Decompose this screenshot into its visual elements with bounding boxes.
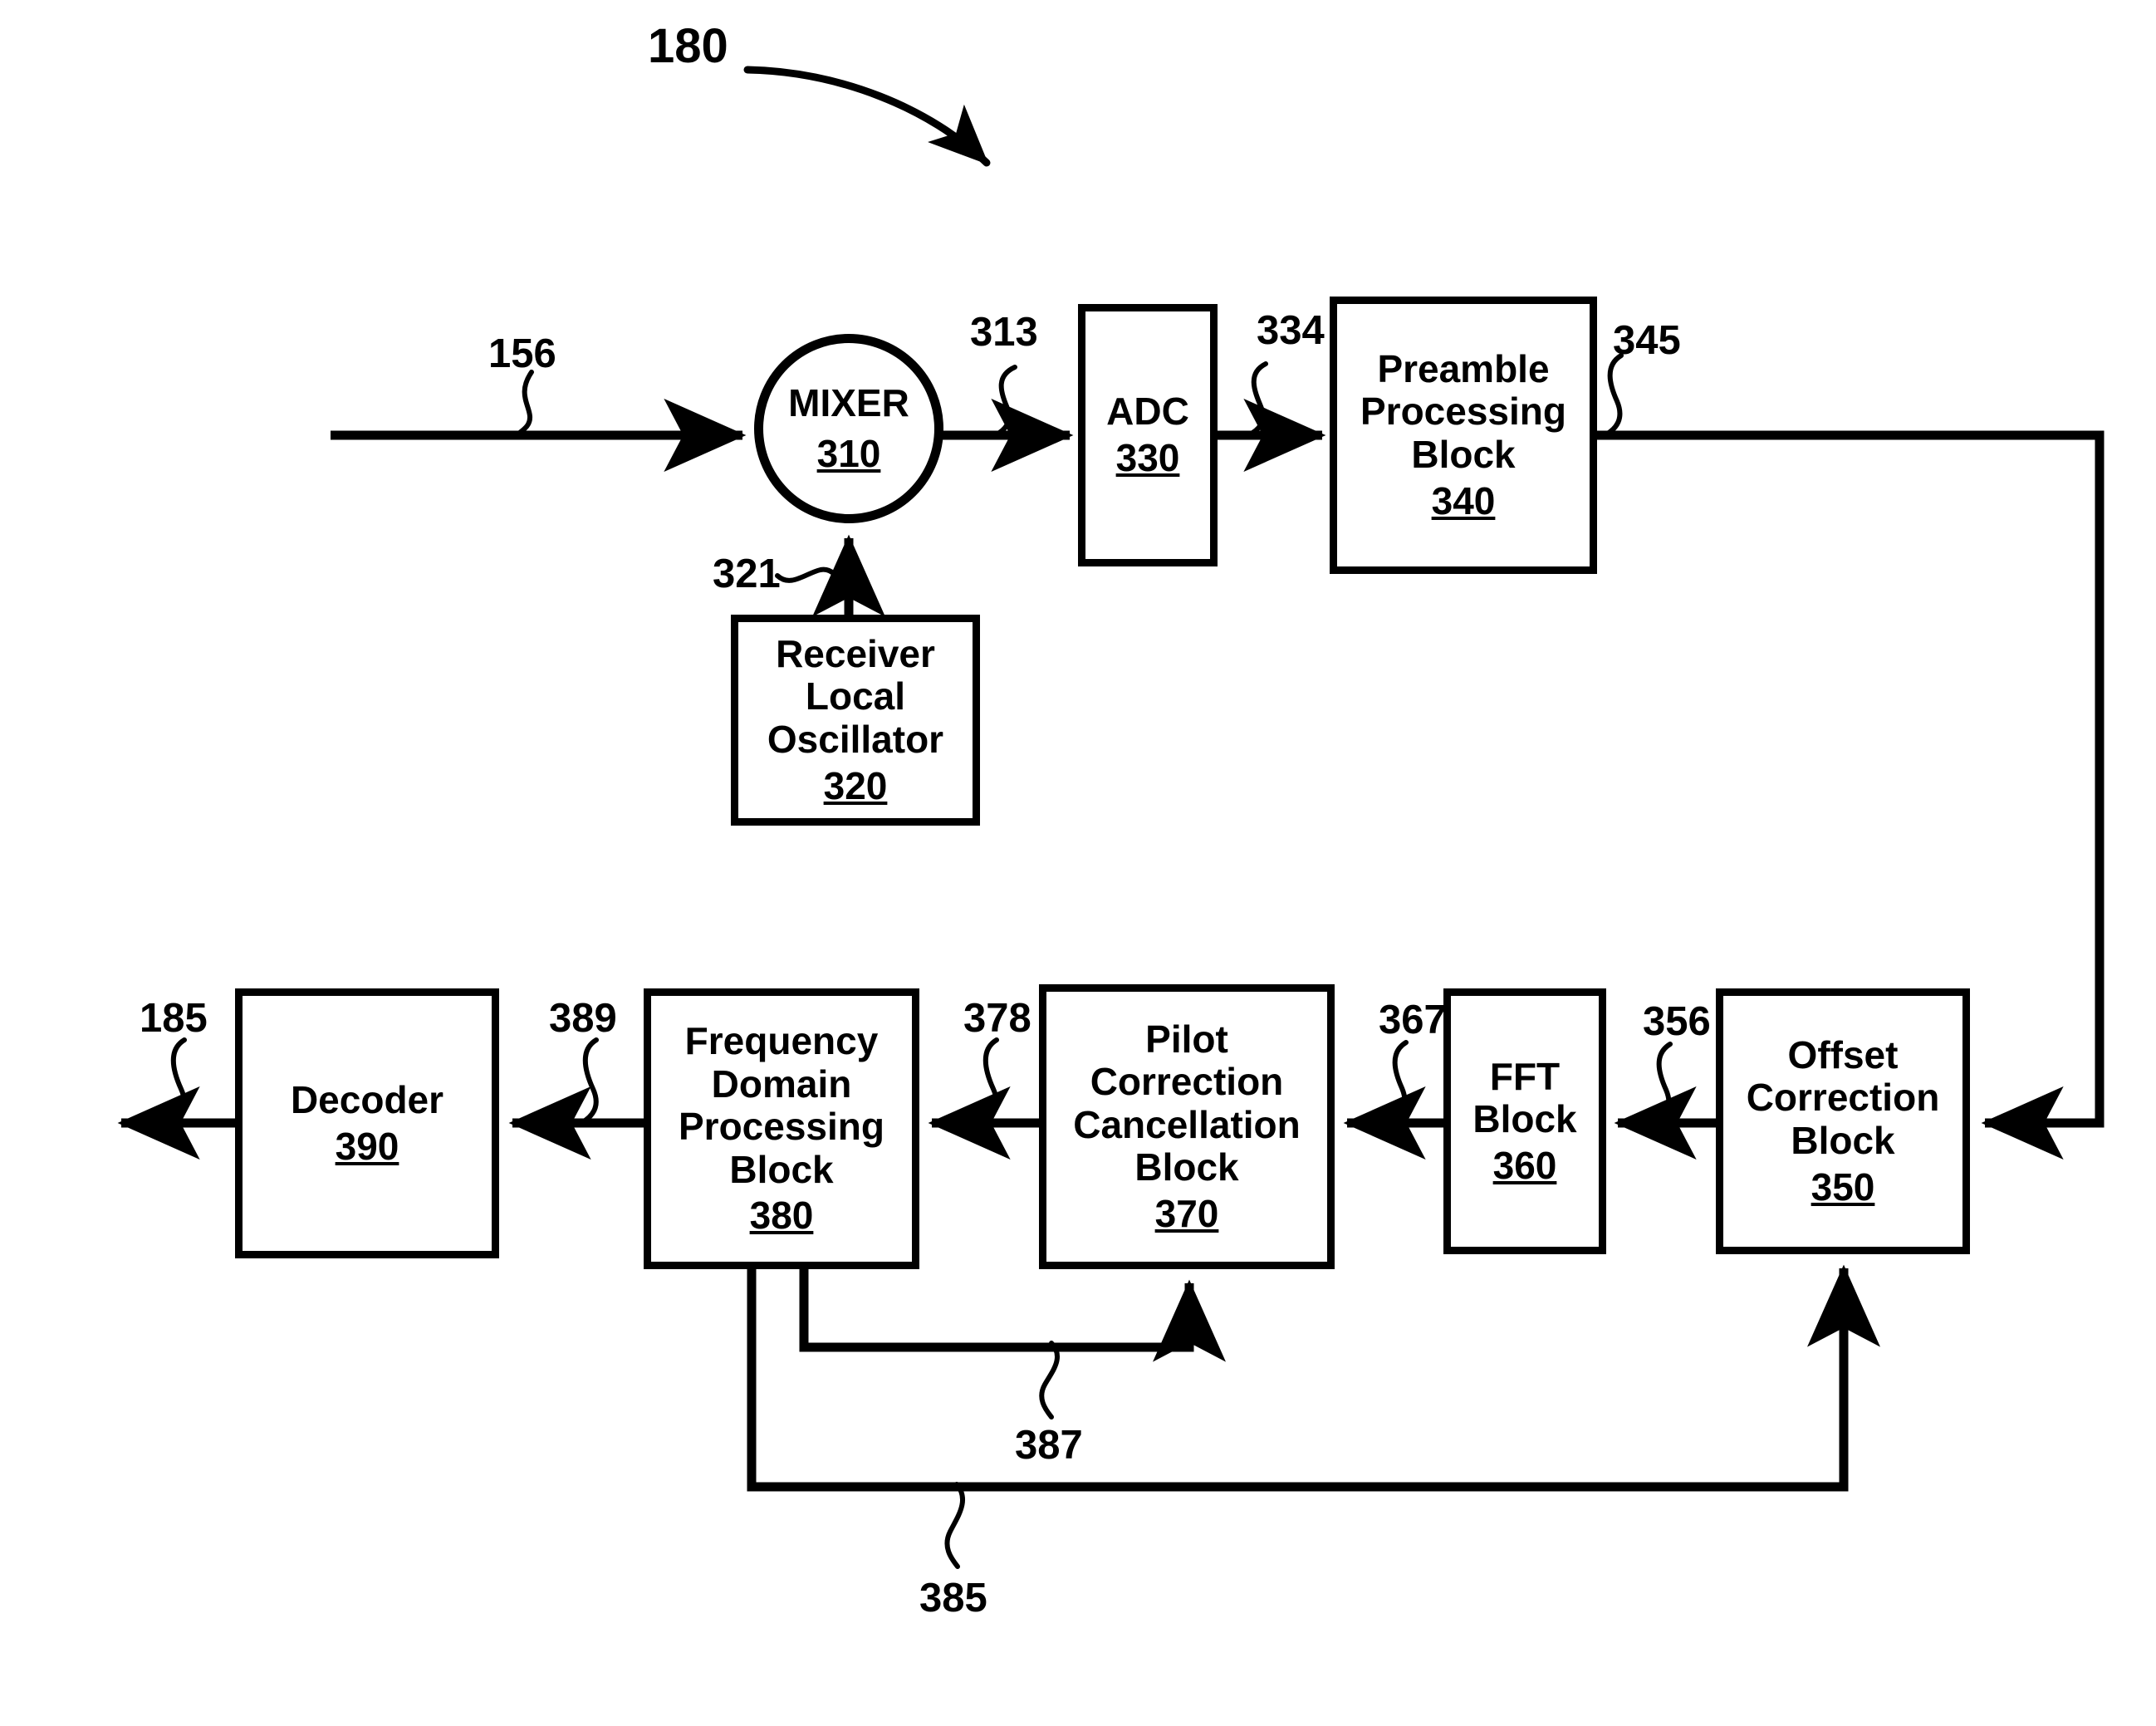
figure-ref-180: 180 (648, 19, 728, 73)
leader-185 (167, 1037, 187, 1125)
block-offset-correction[interactable]: Offset Correction Block 350 (1716, 988, 1970, 1254)
block-preamble-processing[interactable]: Preamble Processing Block 340 (1330, 297, 1597, 574)
block-adc-ref: 330 (1115, 436, 1180, 479)
block-mixer[interactable]: MIXER 310 (754, 334, 943, 523)
block-frequency-domain-processing[interactable]: Frequency Domain Processing Block 380 (644, 988, 919, 1269)
block-fft[interactable]: FFT Block 360 (1443, 988, 1606, 1254)
block-decoder-ref: 390 (335, 1124, 399, 1168)
wire-fdp-to-pilot-feedback (799, 1269, 1226, 1362)
block-receiver-local-oscillator-title: Receiver Local Oscillator (767, 631, 944, 761)
signal-label-313: 313 (970, 310, 1038, 355)
leader-313 (992, 365, 1017, 438)
signal-label-387: 387 (1015, 1423, 1083, 1468)
leader-378 (979, 1037, 999, 1125)
signal-label-378: 378 (963, 996, 1031, 1041)
leader-156 (514, 370, 534, 438)
signal-label-345: 345 (1613, 318, 1681, 363)
block-receiver-local-oscillator[interactable]: Receiver Local Oscillator 320 (731, 615, 980, 826)
leader-321 (775, 566, 846, 593)
block-pilot-correction-cancellation[interactable]: Pilot Correction Cancellation Block 370 (1039, 984, 1335, 1269)
block-pilot-correction-cancellation-ref: 370 (1154, 1191, 1219, 1235)
block-frequency-domain-processing-ref: 380 (749, 1194, 814, 1238)
block-decoder-title: Decoder (290, 1077, 444, 1121)
block-pilot-correction-cancellation-title: Pilot Correction Cancellation Block (1073, 1017, 1301, 1189)
figure-canvas: 180 MIXER 310 ADC 330 Preamble Processin… (0, 0, 2156, 1726)
block-adc[interactable]: ADC 330 (1078, 304, 1218, 566)
leader-345 (1604, 353, 1624, 437)
signal-label-367: 367 (1379, 998, 1447, 1042)
signal-label-334: 334 (1257, 308, 1325, 353)
leader-387 (1039, 1341, 1061, 1420)
block-preamble-processing-title: Preamble Processing Block (1360, 346, 1566, 476)
leader-367 (1389, 1040, 1409, 1124)
leader-385 (944, 1482, 966, 1569)
block-offset-correction-title: Offset Correction Block (1746, 1032, 1940, 1162)
leader-356 (1653, 1042, 1673, 1125)
signal-label-156: 156 (488, 331, 556, 376)
block-mixer-title: MIXER (788, 381, 909, 425)
block-frequency-domain-processing-title: Frequency Domain Processing Block (679, 1019, 884, 1191)
signal-label-185: 185 (140, 996, 208, 1041)
block-preamble-processing-ref: 340 (1431, 478, 1496, 522)
signal-label-356: 356 (1643, 999, 1711, 1044)
block-fft-title: FFT Block (1472, 1054, 1577, 1141)
block-fft-ref: 360 (1492, 1143, 1557, 1187)
leader-389 (579, 1037, 599, 1125)
block-adc-title: ADC (1106, 390, 1189, 434)
signal-label-385: 385 (919, 1576, 987, 1621)
wire-fdp-to-offset-feedback (747, 1264, 1880, 1492)
block-receiver-local-oscillator-ref: 320 (823, 763, 888, 807)
signal-label-389: 389 (549, 996, 617, 1041)
block-decoder[interactable]: Decoder 390 (235, 988, 499, 1258)
block-mixer-ref: 310 (816, 432, 881, 475)
block-offset-correction-ref: 350 (1811, 1165, 1875, 1209)
signal-label-321: 321 (713, 552, 781, 596)
leader-334 (1246, 361, 1268, 438)
figure-callout-arrow (743, 66, 991, 167)
